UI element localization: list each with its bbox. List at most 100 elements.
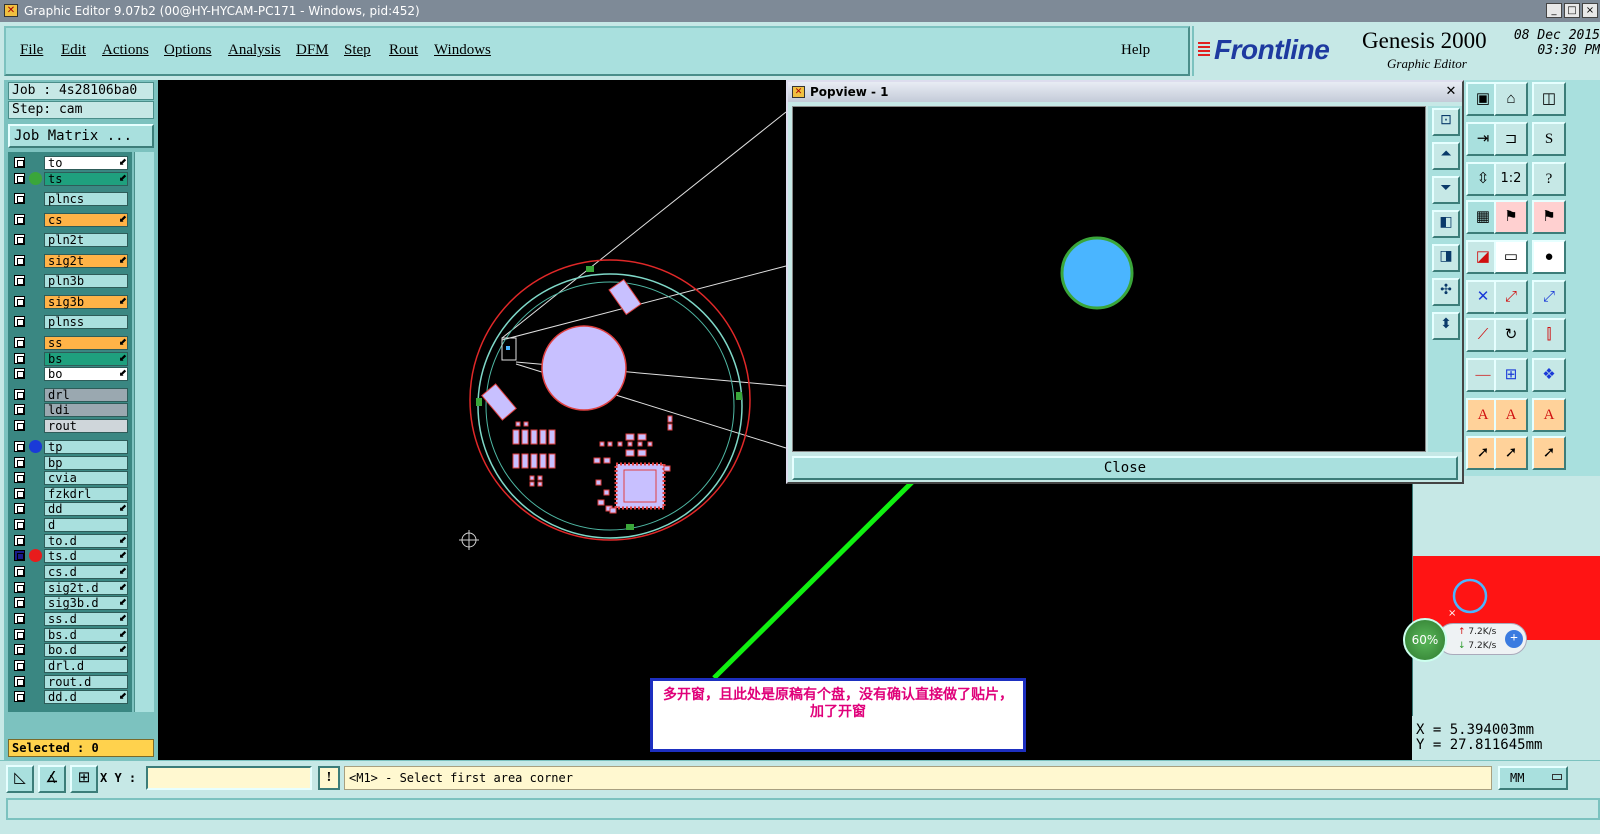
- layer-name[interactable]: bs: [44, 352, 128, 366]
- layer-name[interactable]: d: [44, 518, 128, 532]
- layer-checkbox[interactable]: [14, 255, 25, 266]
- layer-row[interactable]: sig3b ⬋: [8, 295, 132, 309]
- layer-name[interactable]: bo.d: [44, 643, 128, 657]
- layer-checkbox[interactable]: [14, 472, 25, 483]
- command-line[interactable]: [6, 798, 1600, 820]
- layer-name[interactable]: sig3b.d: [44, 596, 128, 610]
- layer-row[interactable]: sig2t.d ⬋: [8, 581, 132, 595]
- zoom-in-button[interactable]: ✣: [1432, 278, 1460, 306]
- layer-checkbox[interactable]: [14, 535, 25, 546]
- layer-checkbox[interactable]: [14, 644, 25, 655]
- layer-name[interactable]: ldi: [44, 403, 128, 417]
- layer-name[interactable]: pln2t: [44, 233, 128, 247]
- layer-checkbox[interactable]: [14, 316, 25, 327]
- layer-name[interactable]: ts: [44, 172, 128, 186]
- layer-name[interactable]: tp: [44, 440, 128, 454]
- layer-checkbox[interactable]: [14, 420, 25, 431]
- net-highlight-icon[interactable]: ⚑: [1494, 200, 1528, 234]
- layer-checkbox[interactable]: [14, 389, 25, 400]
- layer-checkbox[interactable]: [14, 275, 25, 286]
- layer-checkbox[interactable]: [14, 691, 25, 702]
- layer-name[interactable]: sig2t: [44, 254, 128, 268]
- snap-corner-icon[interactable]: ◺: [6, 765, 34, 793]
- layer-row[interactable]: bs ⬋: [8, 352, 132, 366]
- layer-checkbox[interactable]: [14, 296, 25, 307]
- layer-row[interactable]: rout.d: [8, 675, 132, 689]
- layer-checkbox[interactable]: [14, 157, 25, 168]
- pan-left-button[interactable]: ◧: [1432, 210, 1460, 238]
- parallel-lines-icon[interactable]: ⫿: [1532, 318, 1566, 352]
- layer-row[interactable]: ldi: [8, 403, 132, 417]
- menu-file[interactable]: File: [20, 42, 43, 59]
- layer-checkbox[interactable]: [14, 660, 25, 671]
- layer-row[interactable]: bo.d ⬋: [8, 643, 132, 657]
- layer-row[interactable]: ts.d ⬋: [8, 549, 132, 563]
- menu-edit[interactable]: Edit: [61, 42, 86, 59]
- minimize-button[interactable]: _: [1546, 3, 1562, 18]
- split-view-icon[interactable]: ⊐: [1494, 122, 1528, 156]
- layer-name[interactable]: drl.d: [44, 659, 128, 673]
- popview-close-button[interactable]: Close: [792, 456, 1458, 480]
- home-icon[interactable]: ⌂: [1494, 82, 1528, 116]
- layer-row[interactable]: dd ⬋: [8, 502, 132, 516]
- layer-name[interactable]: bo: [44, 367, 128, 381]
- layer-name[interactable]: drl: [44, 388, 128, 402]
- ruler-icon[interactable]: ▭: [1494, 240, 1528, 274]
- layer-row[interactable]: ss.d ⬋: [8, 612, 132, 626]
- layer-name[interactable]: dd: [44, 502, 128, 516]
- layer-name[interactable]: ss.d: [44, 612, 128, 626]
- warning-icon[interactable]: !: [318, 766, 340, 790]
- layer-row[interactable]: pln3b: [8, 274, 132, 288]
- network-speed-widget[interactable]: ↑ 7.2K/s ↓ 7.2K/s + 60%: [1403, 618, 1527, 662]
- layer-row[interactable]: sig2t ⬋: [8, 254, 132, 268]
- menu-options[interactable]: Options: [164, 42, 212, 59]
- layer-checkbox[interactable]: [14, 404, 25, 415]
- layer-checkbox[interactable]: [14, 488, 25, 499]
- layer-name[interactable]: bp: [44, 456, 128, 470]
- layer-name[interactable]: sig3b: [44, 295, 128, 309]
- layer-name[interactable]: ss: [44, 336, 128, 350]
- ratio-button[interactable]: 1:2: [1494, 162, 1528, 196]
- layer-row[interactable]: drl.d: [8, 659, 132, 673]
- popview-canvas[interactable]: [792, 106, 1426, 452]
- layer-name[interactable]: bs.d: [44, 628, 128, 642]
- layer-row[interactable]: cs ⬋: [8, 213, 132, 227]
- line-point-icon[interactable]: ⤢: [1494, 280, 1528, 314]
- layer-checkbox[interactable]: [14, 629, 25, 640]
- boost-plus-icon[interactable]: +: [1505, 630, 1523, 648]
- layer-row[interactable]: ts ⬋: [8, 172, 132, 186]
- job-matrix-button[interactable]: Job Matrix ...: [8, 124, 154, 148]
- layer-checkbox[interactable]: [14, 566, 25, 577]
- pan-up-button[interactable]: ⏶: [1432, 142, 1460, 170]
- group-icon[interactable]: ❖: [1532, 358, 1566, 392]
- layer-checkbox[interactable]: [14, 337, 25, 348]
- popview-close-icon[interactable]: ✕: [1444, 85, 1458, 99]
- maximize-button[interactable]: □: [1564, 3, 1580, 18]
- layer-checkbox[interactable]: [14, 441, 25, 452]
- layer-row[interactable]: plncs: [8, 192, 132, 206]
- pan-right-button[interactable]: ◨: [1432, 244, 1460, 272]
- layer-name[interactable]: cvia: [44, 471, 128, 485]
- layer-row[interactable]: bs.d ⬋: [8, 628, 132, 642]
- help-query-icon[interactable]: ?: [1532, 162, 1566, 196]
- zoom-out-button[interactable]: ⬍: [1432, 312, 1460, 340]
- layer-name[interactable]: cs.d: [44, 565, 128, 579]
- grid-snap-icon[interactable]: ⊞: [70, 765, 98, 793]
- layer-name[interactable]: rout: [44, 419, 128, 433]
- layer-row[interactable]: bp: [8, 456, 132, 470]
- layer-name[interactable]: plnss: [44, 315, 128, 329]
- layer-row[interactable]: to ⬋: [8, 156, 132, 170]
- select-box-icon[interactable]: ➚: [1494, 436, 1528, 470]
- menu-step[interactable]: Step: [344, 42, 371, 59]
- layer-checkbox[interactable]: [14, 457, 25, 468]
- layer-name[interactable]: to: [44, 156, 128, 170]
- text-a-edit-icon[interactable]: A: [1532, 398, 1566, 432]
- layer-row[interactable]: drl: [8, 388, 132, 402]
- layer-row[interactable]: fzkdrl: [8, 487, 132, 501]
- line-point-alt-icon[interactable]: ⤢: [1532, 280, 1566, 314]
- close-window-button[interactable]: ×: [1582, 3, 1598, 18]
- layer-name[interactable]: to.d: [44, 534, 128, 548]
- s-curve-icon[interactable]: S: [1532, 122, 1566, 156]
- layer-row[interactable]: cvia: [8, 471, 132, 485]
- layer-row[interactable]: to.d ⬋: [8, 534, 132, 548]
